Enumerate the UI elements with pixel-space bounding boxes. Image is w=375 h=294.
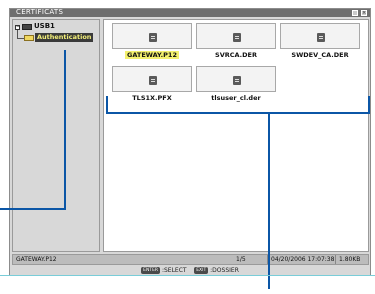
file-tile-tlsuser[interactable] [196, 66, 276, 92]
document-icon [317, 33, 325, 42]
folder-icon [24, 35, 34, 41]
status-filename: GATEWAY.P12 [16, 256, 57, 263]
document-icon [149, 76, 157, 85]
title-bar: CERTIFICATS × [10, 8, 370, 17]
callout-bracket [106, 112, 370, 114]
status-size: 1.80KB [339, 256, 361, 263]
file-label: GATEWAY.P12 [125, 51, 179, 59]
callout-line [64, 50, 66, 210]
minimize-icon[interactable] [352, 10, 358, 16]
callout-bracket [368, 96, 370, 114]
file-label: TLS1X.PFX [132, 94, 172, 102]
status-bar: GATEWAY.P12 1/5 04/20/2006 17:07:38 1.80… [12, 254, 369, 265]
document-icon [149, 33, 157, 42]
file-label: SVRCA.DER [215, 51, 257, 59]
window-title: CERTIFICATS [16, 8, 64, 16]
usb-drive-icon [22, 24, 32, 30]
divider [335, 255, 336, 264]
key-hints: ENTER :SELECT EXIT :DOSSIER [10, 267, 370, 275]
exit-key-badge: EXIT [194, 267, 209, 274]
file-tile-svrca[interactable] [196, 23, 276, 49]
tree-item-authentication[interactable]: Authentication [35, 33, 94, 42]
callout-line [268, 113, 270, 289]
status-datetime: 04/20/2006 17:07:38 [271, 256, 335, 263]
document-icon [233, 33, 241, 42]
folder-tree: − USB1 Authentication [12, 19, 100, 252]
tree-connector [17, 30, 18, 38]
dossier-hint: :DOSSIER [210, 267, 239, 274]
enter-key-badge: ENTER [141, 267, 161, 274]
select-hint: :SELECT [161, 267, 187, 274]
file-tile-swdev-ca[interactable] [280, 23, 360, 49]
file-tile-gateway[interactable] [112, 23, 192, 49]
file-tile-tls1x[interactable] [112, 66, 192, 92]
callout-line [0, 208, 66, 210]
status-page: 1/5 [236, 256, 246, 263]
file-grid: GATEWAY.P12 SVRCA.DER SWDEV_CA.DER TLS1X… [103, 19, 369, 252]
tree-item-usb1[interactable]: USB1 [34, 22, 55, 30]
tree-connector [17, 38, 24, 39]
divider-line [0, 275, 375, 276]
file-label: tlsuser_cl.der [211, 94, 261, 102]
file-label: SWDEV_CA.DER [291, 51, 349, 59]
close-icon[interactable]: × [361, 10, 367, 16]
document-icon [233, 76, 241, 85]
